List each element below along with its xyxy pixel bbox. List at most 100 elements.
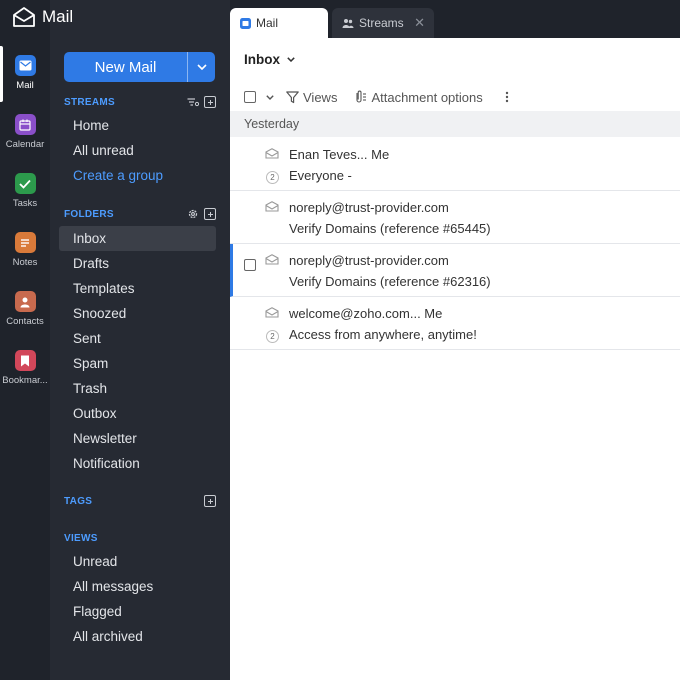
envelope-open-icon [265, 201, 279, 212]
tags-header-label: TAGS [64, 495, 93, 507]
attachment-options-label: Attachment options [371, 89, 483, 105]
rail-item-calendar[interactable]: Calendar [0, 114, 50, 150]
select-options-chevron-icon[interactable] [266, 94, 274, 100]
mail-subject: Verify Domains (reference #65445) [289, 221, 491, 236]
thread-count-badge: 2 [266, 171, 279, 184]
folders-section-header: FOLDERS [64, 207, 216, 221]
rail-item-bookmarks[interactable]: Bookmar... [0, 350, 50, 386]
rail-item-tasks[interactable]: Tasks [0, 173, 50, 209]
rail-label-tasks: Tasks [12, 198, 38, 209]
tab-streams[interactable]: Streams ✕ [332, 8, 434, 38]
folder-item-spam[interactable]: Spam [59, 351, 216, 376]
folder-item-snoozed[interactable]: Snoozed [59, 301, 216, 326]
mail-subject: Verify Domains (reference #62316) [289, 274, 491, 289]
create-group-link[interactable]: Create a group [59, 163, 216, 188]
mail-subject: Access from anywhere, anytime! [289, 327, 477, 342]
mail-tab-icon [240, 17, 251, 29]
date-group-header: Yesterday [230, 111, 680, 137]
folder-item-outbox[interactable]: Outbox [59, 401, 216, 426]
folder-item-notification[interactable]: Notification [59, 451, 216, 476]
folder-item-drafts[interactable]: Drafts [59, 251, 216, 276]
rail-label-mail: Mail [16, 80, 34, 91]
folder-item-trash[interactable]: Trash [59, 376, 216, 401]
mail-row[interactable]: 2 Enan Teves... Me Everyone - [230, 138, 680, 191]
mail-row[interactable]: noreply@trust-provider.com Verify Domain… [230, 191, 680, 244]
rail-item-contacts[interactable]: Contacts [0, 291, 50, 327]
rail-label-bookmarks: Bookmar... [2, 375, 48, 386]
mail-sender: Enan Teves... Me [289, 147, 390, 162]
tags-section-header: TAGS [64, 494, 216, 508]
add-folder-icon[interactable] [204, 208, 216, 220]
funnel-icon [286, 90, 299, 103]
new-mail-dropdown-button[interactable] [187, 52, 215, 82]
folder-item-templates[interactable]: Templates [59, 276, 216, 301]
rail-item-mail[interactable]: Mail [0, 46, 50, 102]
chevron-down-icon [287, 57, 295, 62]
folder-pane: New Mail STREAMS Home All unread Create … [50, 0, 230, 680]
rail-label-contacts: Contacts [6, 316, 44, 327]
filter-icon[interactable] [187, 97, 199, 107]
close-tab-icon[interactable]: ✕ [414, 16, 425, 29]
folders-header-label: FOLDERS [64, 208, 114, 220]
folder-item-sent[interactable]: Sent [59, 326, 216, 351]
notes-app-icon [14, 232, 36, 253]
folder-item-newsletter[interactable]: Newsletter [59, 426, 216, 451]
envelope-open-icon [265, 307, 279, 318]
select-all-checkbox[interactable] [244, 91, 256, 103]
rail-label-notes: Notes [12, 257, 38, 268]
mail-subject: Everyone - [289, 168, 352, 183]
mail-app-icon [14, 55, 36, 76]
mail-list-panel: Inbox Views Attachment options Yesterday… [230, 38, 680, 680]
rail-label-calendar: Calendar [5, 139, 45, 150]
folder-title: Inbox [244, 52, 280, 67]
streams-section-header: STREAMS [64, 95, 216, 109]
thread-count-badge: 2 [266, 330, 279, 343]
view-item-unread[interactable]: Unread [59, 549, 216, 574]
app-brand: Mail [12, 5, 73, 29]
add-tag-icon[interactable] [204, 495, 216, 507]
envelope-open-icon [265, 254, 279, 265]
views-button[interactable]: Views [286, 90, 337, 105]
streams-tab-icon [342, 18, 354, 29]
gear-icon[interactable] [187, 208, 199, 220]
tab-bar: Mail Streams ✕ [230, 0, 680, 38]
attachment-options-button[interactable]: Attachment options [353, 89, 483, 105]
contacts-app-icon [14, 291, 36, 312]
attachment-icon [356, 90, 367, 103]
stream-item-home[interactable]: Home [59, 113, 216, 138]
date-group-label: Yesterday [244, 117, 300, 131]
view-item-all-messages[interactable]: All messages [59, 574, 216, 599]
more-options-icon[interactable] [505, 91, 509, 103]
chevron-down-icon [196, 64, 207, 70]
views-button-label: Views [303, 89, 338, 105]
mail-sender: welcome@zoho.com... Me [289, 306, 443, 321]
tab-mail-label: Mail [256, 16, 279, 30]
views-section-header: VIEWS [64, 531, 216, 545]
rail-item-notes[interactable]: Notes [0, 232, 50, 268]
new-mail-button-group: New Mail [64, 52, 215, 82]
tab-mail[interactable]: Mail [230, 8, 328, 38]
bookmarks-app-icon [14, 350, 36, 371]
tasks-app-icon [14, 173, 36, 194]
views-header-label: VIEWS [64, 532, 98, 544]
stream-item-all-unread[interactable]: All unread [59, 138, 216, 163]
folder-item-inbox[interactable]: Inbox [59, 226, 216, 251]
mail-row-checkbox[interactable] [244, 259, 256, 271]
add-stream-icon[interactable] [204, 96, 216, 108]
mail-toolbar: Views Attachment options [244, 88, 509, 106]
streams-header-label: STREAMS [64, 96, 115, 108]
mail-row[interactable]: 2 welcome@zoho.com... Me Access from any… [230, 297, 680, 350]
folder-title-dropdown[interactable]: Inbox [244, 52, 295, 67]
app-rail: Mail Calendar Tasks Notes Contacts Bookm… [0, 0, 50, 680]
calendar-app-icon [14, 114, 36, 135]
mail-sender: noreply@trust-provider.com [289, 200, 449, 215]
view-item-all-archived[interactable]: All archived [59, 624, 216, 649]
mail-logo-icon [13, 7, 35, 27]
app-title: Mail [42, 7, 74, 26]
envelope-open-icon [265, 148, 279, 159]
mail-sender: noreply@trust-provider.com [289, 253, 449, 268]
tab-streams-label: Streams [359, 16, 404, 30]
view-item-flagged[interactable]: Flagged [59, 599, 216, 624]
mail-row-focused[interactable]: noreply@trust-provider.com Verify Domain… [230, 244, 680, 297]
new-mail-button[interactable]: New Mail [64, 52, 187, 82]
